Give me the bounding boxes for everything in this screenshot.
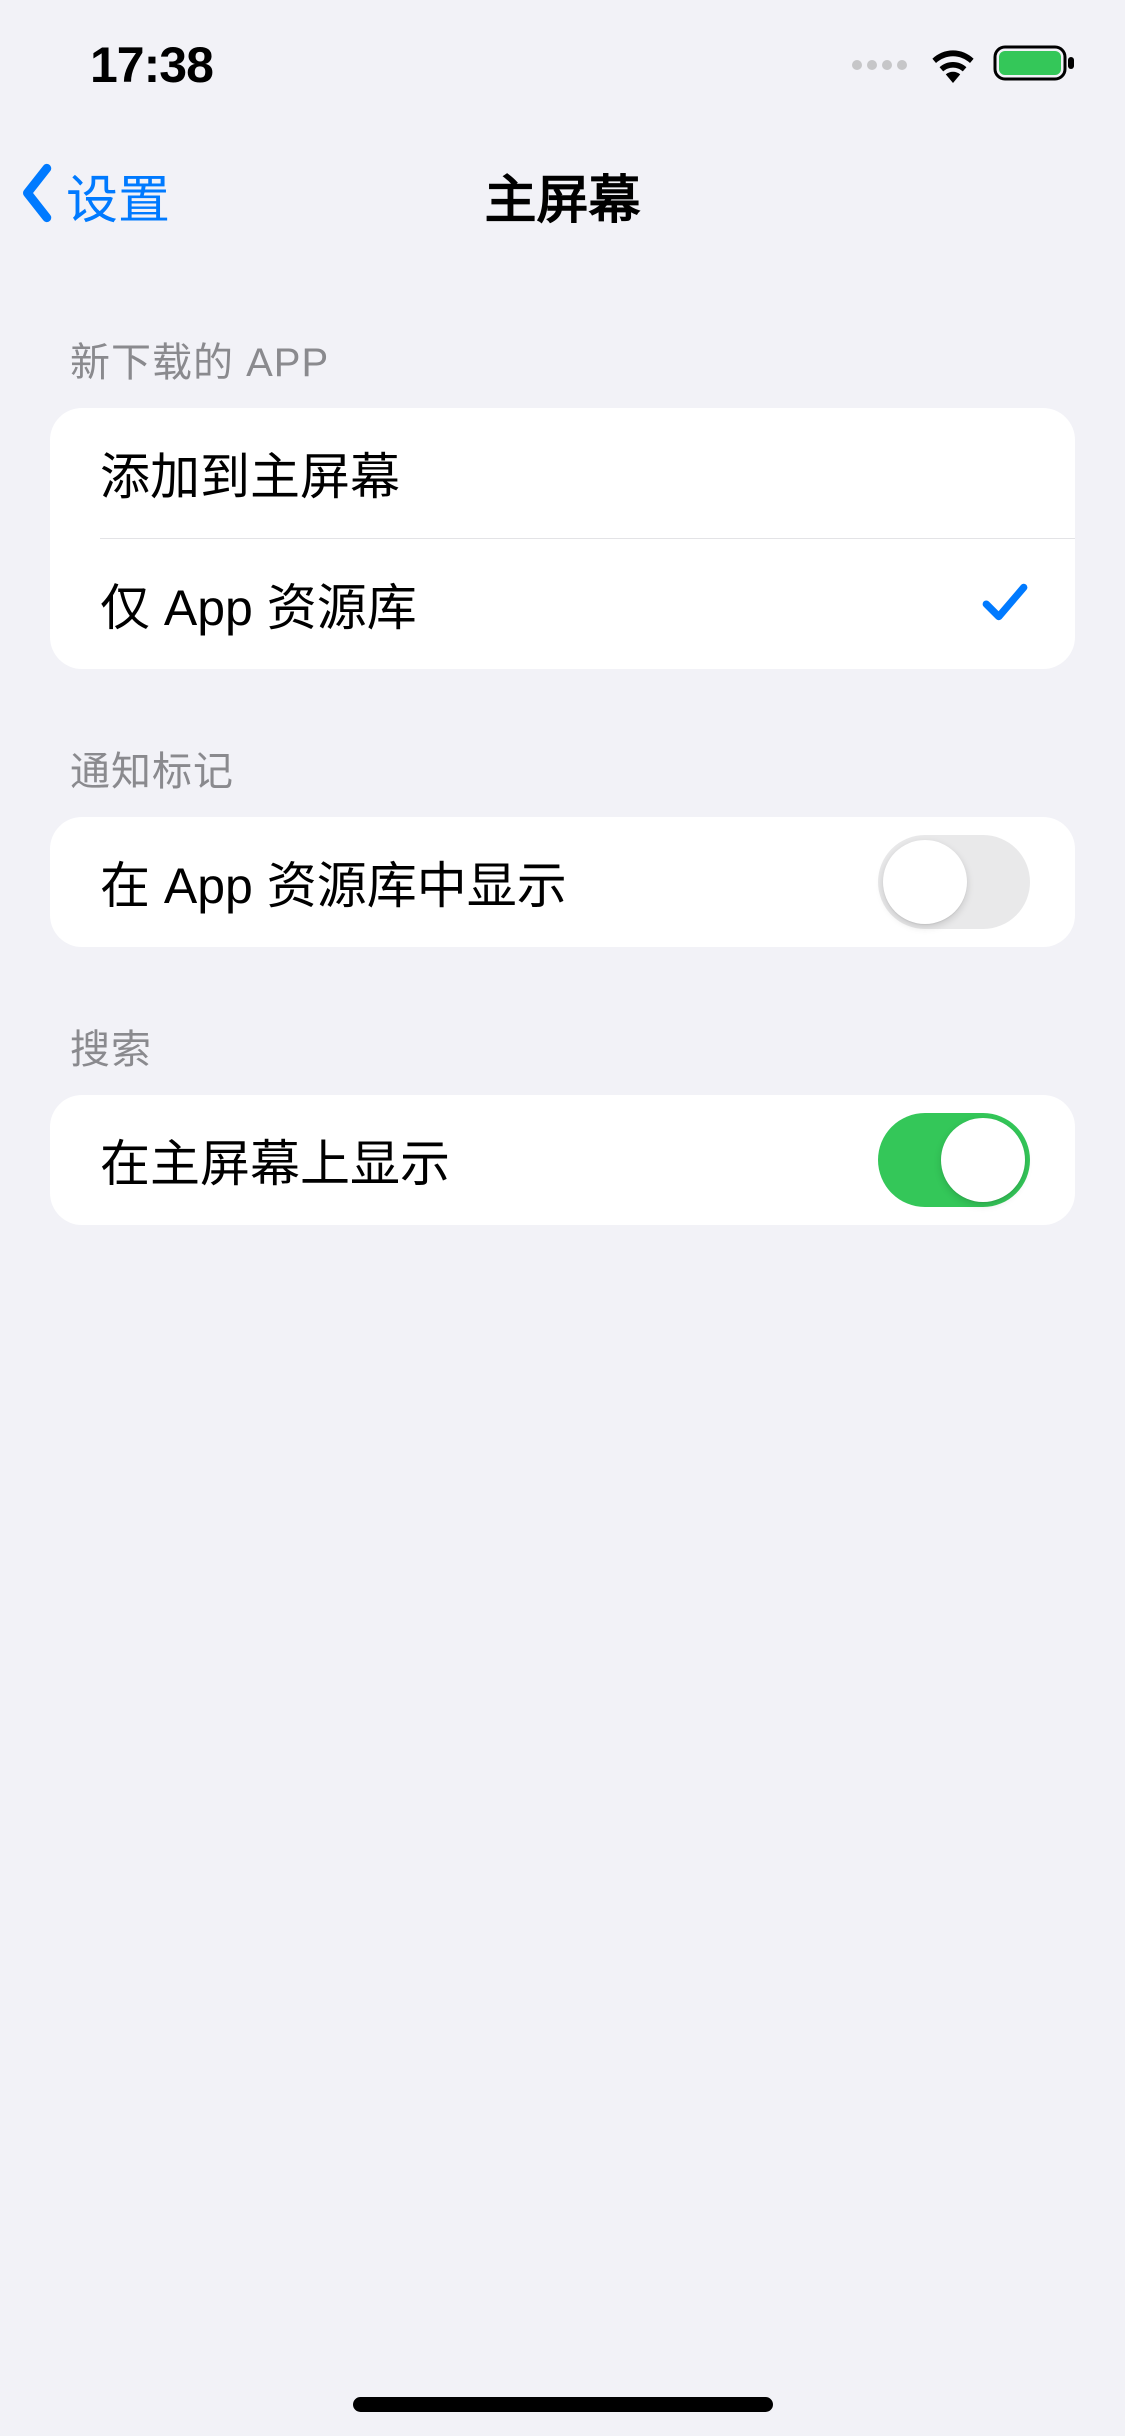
chevron-left-icon [18, 163, 58, 228]
status-indicators [852, 43, 1075, 88]
back-button[interactable]: 设置 [18, 158, 170, 233]
toggle-show-on-home[interactable] [878, 1113, 1030, 1207]
option-label: 仅 App 资源库 [100, 568, 417, 640]
group-search: 在主屏幕上显示 [50, 1095, 1075, 1225]
row-label: 在主屏幕上显示 [100, 1124, 450, 1196]
nav-bar: 设置 主屏幕 [0, 130, 1125, 260]
group-new-apps: 添加到主屏幕 仅 App 资源库 [50, 408, 1075, 669]
row-show-on-home: 在主屏幕上显示 [50, 1095, 1075, 1225]
cellular-dots-icon [852, 60, 907, 70]
row-show-in-library: 在 App 资源库中显示 [50, 817, 1075, 947]
option-app-library-only[interactable]: 仅 App 资源库 [50, 539, 1075, 669]
option-label: 添加到主屏幕 [100, 437, 400, 509]
section-header-badges: 通知标记 [50, 669, 1075, 817]
toggle-show-in-library[interactable] [878, 835, 1030, 929]
status-time: 17:38 [90, 36, 213, 94]
section-header-search: 搜索 [50, 947, 1075, 1095]
row-label: 在 App 资源库中显示 [100, 846, 567, 918]
page-title: 主屏幕 [484, 158, 640, 233]
group-badges: 在 App 资源库中显示 [50, 817, 1075, 947]
back-label: 设置 [66, 158, 170, 233]
option-add-to-home[interactable]: 添加到主屏幕 [50, 408, 1075, 538]
status-bar: 17:38 [0, 0, 1125, 130]
home-indicator[interactable] [353, 2397, 773, 2412]
section-header-new-apps: 新下载的 APP [50, 260, 1075, 408]
checkmark-icon [980, 577, 1030, 632]
wifi-icon [928, 43, 978, 88]
battery-icon [993, 43, 1075, 88]
